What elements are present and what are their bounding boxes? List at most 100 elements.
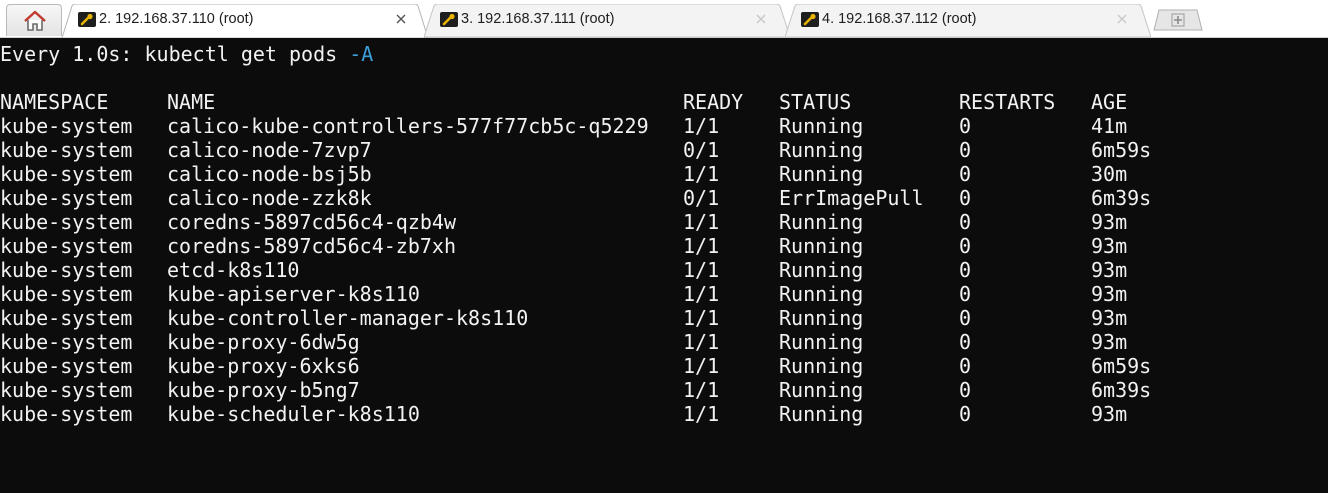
cell-age: 41m	[1091, 114, 1128, 138]
cell-restarts: 0	[959, 162, 972, 186]
cell-restarts: 0	[959, 114, 972, 138]
cell-namespace: kube-system	[0, 258, 133, 282]
cell-ready: 1/1	[683, 234, 720, 258]
cell-namespace: kube-system	[0, 114, 133, 138]
cell-namespace: kube-system	[0, 402, 133, 426]
cell-restarts: 0	[959, 210, 972, 234]
cell-status: Running	[779, 306, 864, 330]
new-tab-button[interactable]	[1153, 9, 1203, 31]
cell-namespace: kube-system	[0, 282, 133, 306]
tab-session-2[interactable]: 2. 192.168.37.110 (root)	[62, 4, 428, 38]
cell-namespace: kube-system	[0, 186, 133, 210]
cell-status: Running	[779, 402, 864, 426]
column-header-age: AGE	[1091, 90, 1128, 114]
cell-age: 93m	[1091, 234, 1128, 258]
cell-restarts: 0	[959, 138, 972, 162]
cell-restarts: 0	[959, 234, 972, 258]
cell-restarts: 0	[959, 282, 972, 306]
cell-namespace: kube-system	[0, 210, 133, 234]
terminal-output[interactable]: Every 1.0s: kubectl get pods -A NAMESPAC…	[0, 38, 1328, 493]
cell-status: Running	[779, 354, 864, 378]
cell-restarts: 0	[959, 402, 972, 426]
cell-restarts: 0	[959, 330, 972, 354]
wrench-icon	[440, 12, 458, 27]
cell-status: Running	[779, 162, 864, 186]
cell-name: kube-proxy-b5ng7	[167, 378, 360, 402]
cell-age: 6m59s	[1091, 138, 1152, 162]
cell-age: 6m39s	[1091, 378, 1152, 402]
cell-restarts: 0	[959, 354, 972, 378]
watch-flag: -A	[349, 42, 374, 66]
cell-name: coredns-5897cd56c4-qzb4w	[167, 210, 456, 234]
watch-command: Every 1.0s: kubectl get pods	[0, 42, 350, 66]
cell-ready: 1/1	[683, 330, 720, 354]
cell-status: Running	[779, 330, 864, 354]
cell-age: 93m	[1091, 306, 1128, 330]
cell-age: 93m	[1091, 330, 1128, 354]
cell-age: 93m	[1091, 282, 1128, 306]
home-button[interactable]	[6, 4, 62, 36]
close-icon[interactable]	[754, 12, 768, 26]
close-icon[interactable]	[1115, 12, 1129, 26]
cell-ready: 1/1	[683, 354, 720, 378]
cell-ready: 1/1	[683, 210, 720, 234]
column-header-name: NAME	[167, 90, 216, 114]
cell-ready: 0/1	[683, 138, 720, 162]
cell-name: kube-apiserver-k8s110	[167, 282, 420, 306]
wrench-icon	[801, 12, 819, 27]
cell-age: 6m59s	[1091, 354, 1152, 378]
cell-name: calico-node-7zvp7	[167, 138, 372, 162]
cell-name: calico-node-bsj5b	[167, 162, 372, 186]
cell-ready: 1/1	[683, 258, 720, 282]
cell-age: 30m	[1091, 162, 1128, 186]
cell-namespace: kube-system	[0, 354, 133, 378]
cell-name: calico-node-zzk8k	[167, 186, 372, 210]
cell-status: ErrImagePull	[779, 186, 924, 210]
cell-age: 93m	[1091, 402, 1128, 426]
cell-namespace: kube-system	[0, 138, 133, 162]
watch-header: Every 1.0s: kubectl get pods -A	[0, 42, 373, 66]
column-header-restarts: RESTARTS	[959, 90, 1056, 114]
cell-name: kube-proxy-6xks6	[167, 354, 360, 378]
cell-age: 93m	[1091, 258, 1128, 282]
cell-ready: 1/1	[683, 282, 720, 306]
cell-status: Running	[779, 138, 864, 162]
cell-name: kube-controller-manager-k8s110	[167, 306, 529, 330]
column-header-namespace: NAMESPACE	[0, 90, 109, 114]
cell-age: 93m	[1091, 210, 1128, 234]
close-icon[interactable]	[394, 12, 408, 26]
tab-session-4[interactable]: 4. 192.168.37.112 (root)	[785, 4, 1151, 38]
tab-label: 2. 192.168.37.110 (root)	[99, 11, 254, 27]
cell-name: calico-kube-controllers-577f77cb5c-q5229	[167, 114, 649, 138]
cell-ready: 1/1	[683, 402, 720, 426]
cell-name: etcd-k8s110	[167, 258, 300, 282]
cell-restarts: 0	[959, 186, 972, 210]
cell-status: Running	[779, 234, 864, 258]
cell-namespace: kube-system	[0, 306, 133, 330]
cell-ready: 1/1	[683, 378, 720, 402]
cell-restarts: 0	[959, 306, 972, 330]
home-icon	[24, 10, 46, 31]
cell-restarts: 0	[959, 378, 972, 402]
cell-ready: 1/1	[683, 306, 720, 330]
cell-namespace: kube-system	[0, 378, 133, 402]
cell-ready: 1/1	[683, 114, 720, 138]
tab-label: 4. 192.168.37.112 (root)	[822, 11, 977, 27]
cell-status: Running	[779, 378, 864, 402]
wrench-icon	[78, 12, 96, 27]
cell-name: kube-proxy-6dw5g	[167, 330, 360, 354]
cell-status: Running	[779, 210, 864, 234]
cell-namespace: kube-system	[0, 162, 133, 186]
cell-status: Running	[779, 282, 864, 306]
tab-session-3[interactable]: 3. 192.168.37.111 (root)	[424, 4, 790, 38]
cell-status: Running	[779, 114, 864, 138]
tab-bar: 2. 192.168.37.110 (root) 3. 192.168.37.1…	[0, 0, 1328, 38]
cell-age: 6m39s	[1091, 186, 1152, 210]
column-header-ready: READY	[683, 90, 744, 114]
tab-label: 3. 192.168.37.111 (root)	[461, 11, 615, 27]
cell-namespace: kube-system	[0, 234, 133, 258]
cell-restarts: 0	[959, 258, 972, 282]
cell-ready: 0/1	[683, 186, 720, 210]
cell-namespace: kube-system	[0, 330, 133, 354]
cell-ready: 1/1	[683, 162, 720, 186]
